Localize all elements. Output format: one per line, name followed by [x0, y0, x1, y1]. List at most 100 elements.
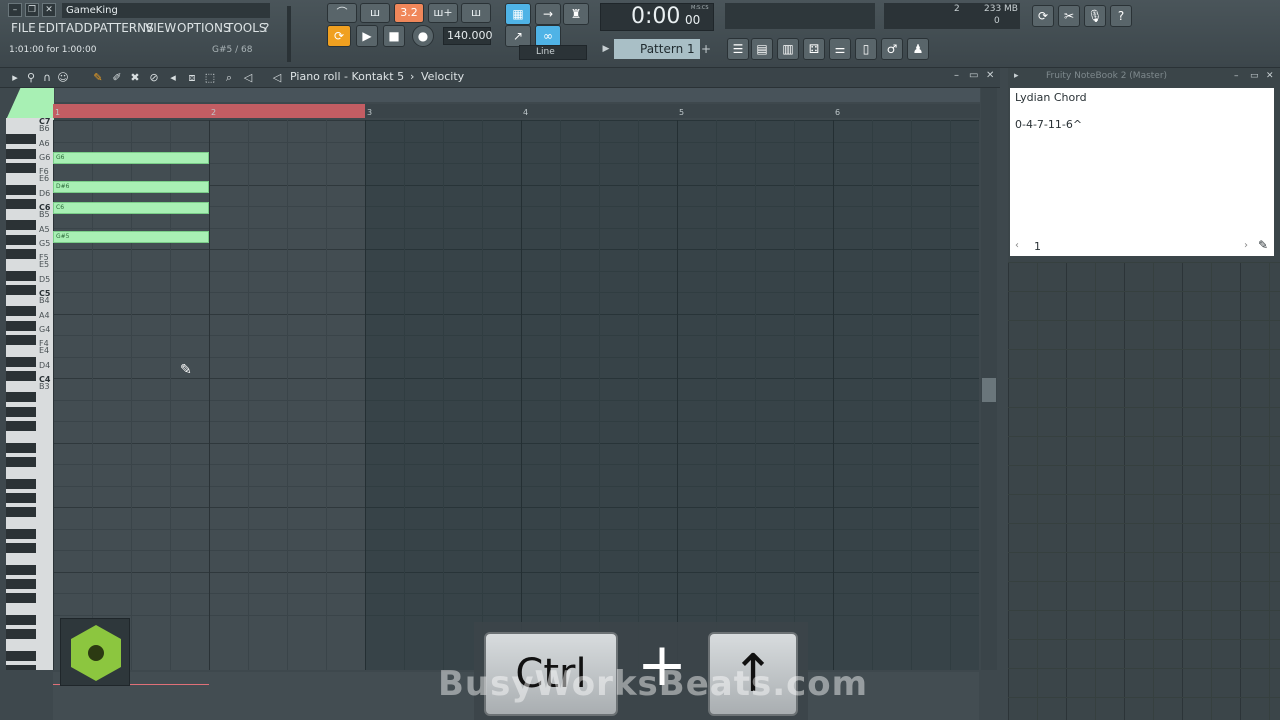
black-key[interactable]	[6, 198, 36, 209]
metronome-button[interactable]: ⌒	[327, 3, 357, 23]
black-key[interactable]	[6, 392, 36, 403]
select-tool-icon[interactable]: ⬚	[203, 71, 217, 84]
recording-filter-icon[interactable]: ♜	[563, 3, 589, 25]
piano-roll-icon[interactable]: ▤	[751, 38, 773, 60]
smile-icon[interactable]: ☺	[56, 71, 70, 84]
microphone-icon[interactable]: 🎙	[1084, 5, 1106, 27]
master-volume-slider[interactable]	[287, 6, 291, 62]
black-key[interactable]	[6, 629, 36, 640]
project-info-icon[interactable]: ♟	[907, 38, 929, 60]
zoom-tool-icon[interactable]: ⌕	[222, 71, 236, 85]
paint-tool-icon[interactable]: ✐	[110, 71, 124, 84]
typing-keyboard-icon[interactable]: ▦	[505, 3, 531, 25]
window-minimize-icon[interactable]: –	[954, 70, 959, 81]
menu-edit[interactable]: EDIT	[38, 21, 66, 35]
menu-tools[interactable]: TOOLS	[226, 21, 267, 35]
close-button[interactable]: ✕	[42, 3, 56, 17]
black-key[interactable]	[6, 370, 36, 381]
black-key[interactable]	[6, 507, 36, 518]
window-close-icon[interactable]: ✕	[986, 70, 994, 81]
slice-tool-icon[interactable]: ⧈	[185, 71, 199, 85]
black-key[interactable]	[6, 578, 36, 589]
black-key[interactable]	[6, 249, 36, 260]
black-key[interactable]	[6, 220, 36, 231]
loop-mode-icon[interactable]: ⟳	[327, 25, 351, 47]
black-key[interactable]	[6, 650, 36, 661]
plugin-database-icon[interactable]: ♂	[881, 38, 903, 60]
vertical-scrollbar[interactable]	[981, 88, 997, 670]
scroll-thumb[interactable]	[982, 378, 996, 402]
black-key[interactable]	[6, 421, 36, 432]
snap-icon[interactable]: ↗	[505, 25, 531, 47]
help-icon[interactable]: ?	[1110, 5, 1132, 27]
black-key[interactable]	[6, 306, 36, 317]
note[interactable]: C6	[53, 202, 209, 215]
page-next-icon[interactable]: ›	[1244, 240, 1248, 251]
play-icon[interactable]: ▶	[356, 25, 378, 47]
record-icon[interactable]: ●	[412, 25, 434, 47]
snap-select[interactable]: Line	[519, 45, 587, 60]
playback-tool-icon[interactable]: ◁	[241, 71, 255, 84]
notebook-close-icon[interactable]: ✕	[1266, 71, 1274, 81]
black-key[interactable]	[6, 614, 36, 625]
black-key[interactable]	[6, 564, 36, 575]
browser-icon[interactable]: ⚌	[829, 38, 851, 60]
note-grid[interactable]: G6 D#6 C6 G#5	[53, 120, 979, 670]
black-key[interactable]	[6, 134, 36, 145]
mixer-icon[interactable]: ⚃	[803, 38, 825, 60]
black-key[interactable]	[6, 478, 36, 489]
arrow-right-icon[interactable]: →	[535, 3, 561, 25]
mute-tool-icon[interactable]: ⊘	[147, 71, 161, 84]
playlist-icon[interactable]: ☰	[727, 38, 749, 60]
menu-options[interactable]: OPTIONS	[177, 21, 231, 35]
notebook-text-area[interactable]: Lydian Chord 0-4-7-11-6^ ‹ 1 › ✎	[1010, 88, 1274, 256]
window-maximize-icon[interactable]: ▭	[969, 70, 978, 81]
edit-pencil-icon[interactable]: ✎	[1258, 238, 1268, 252]
black-key[interactable]	[6, 456, 36, 467]
tempo-display[interactable]: 140.000	[443, 27, 493, 45]
plugin-picker-icon[interactable]: ▯	[855, 38, 877, 60]
step-edit-button[interactable]: ш+	[428, 3, 458, 23]
draw-tool-icon[interactable]: ✎	[91, 71, 105, 84]
menu-help[interactable]: ?	[263, 21, 269, 35]
black-key[interactable]	[6, 406, 36, 417]
horizontal-scrollbar[interactable]	[55, 88, 980, 102]
black-key[interactable]	[6, 664, 36, 670]
wait-button[interactable]: ш	[360, 3, 390, 23]
black-key[interactable]	[6, 543, 36, 554]
scissors-icon[interactable]: ✂	[1058, 5, 1080, 27]
piano-roll-target[interactable]: Velocity	[421, 70, 464, 83]
headphones-icon[interactable]: ∩	[40, 71, 54, 84]
black-key[interactable]	[6, 320, 36, 331]
black-key[interactable]	[6, 184, 36, 195]
pattern-prev-icon[interactable]: ▶	[599, 40, 613, 58]
channel-rack-icon[interactable]: ▥	[777, 38, 799, 60]
menu-view[interactable]: VIEW	[145, 21, 176, 35]
black-key[interactable]	[6, 356, 36, 367]
time-display[interactable]: 0:00 00 M:S:CS	[600, 3, 714, 31]
link-icon[interactable]: ∞	[535, 25, 561, 47]
slip-tool-icon[interactable]: ◂	[166, 71, 180, 84]
options-arrow-icon[interactable]: ▸	[8, 71, 22, 84]
minimize-button[interactable]: –	[8, 3, 22, 17]
pattern-selector[interactable]: Pattern 1	[614, 39, 700, 59]
stop-icon[interactable]: ■	[383, 25, 405, 47]
black-key[interactable]	[6, 442, 36, 453]
page-prev-icon[interactable]: ‹	[1015, 240, 1019, 251]
notebook-maximize-icon[interactable]: ▭	[1250, 71, 1259, 81]
menu-file[interactable]: FILE	[11, 21, 36, 35]
key-zoom-handle[interactable]	[6, 88, 54, 120]
black-key[interactable]	[6, 270, 36, 281]
notebook-arrow-icon[interactable]: ▸	[1014, 71, 1019, 81]
black-key[interactable]	[6, 284, 36, 295]
black-key[interactable]	[6, 593, 36, 604]
loop-region[interactable]	[53, 104, 365, 118]
note[interactable]: G#5	[53, 230, 209, 243]
refresh-icon[interactable]: ⟳	[1032, 5, 1054, 27]
note[interactable]: G6	[53, 151, 209, 164]
countdown-button[interactable]: 3.2	[394, 3, 424, 23]
black-key[interactable]	[6, 528, 36, 539]
delete-tool-icon[interactable]: ✖	[128, 71, 142, 84]
black-key[interactable]	[6, 234, 36, 245]
black-key[interactable]	[6, 492, 36, 503]
